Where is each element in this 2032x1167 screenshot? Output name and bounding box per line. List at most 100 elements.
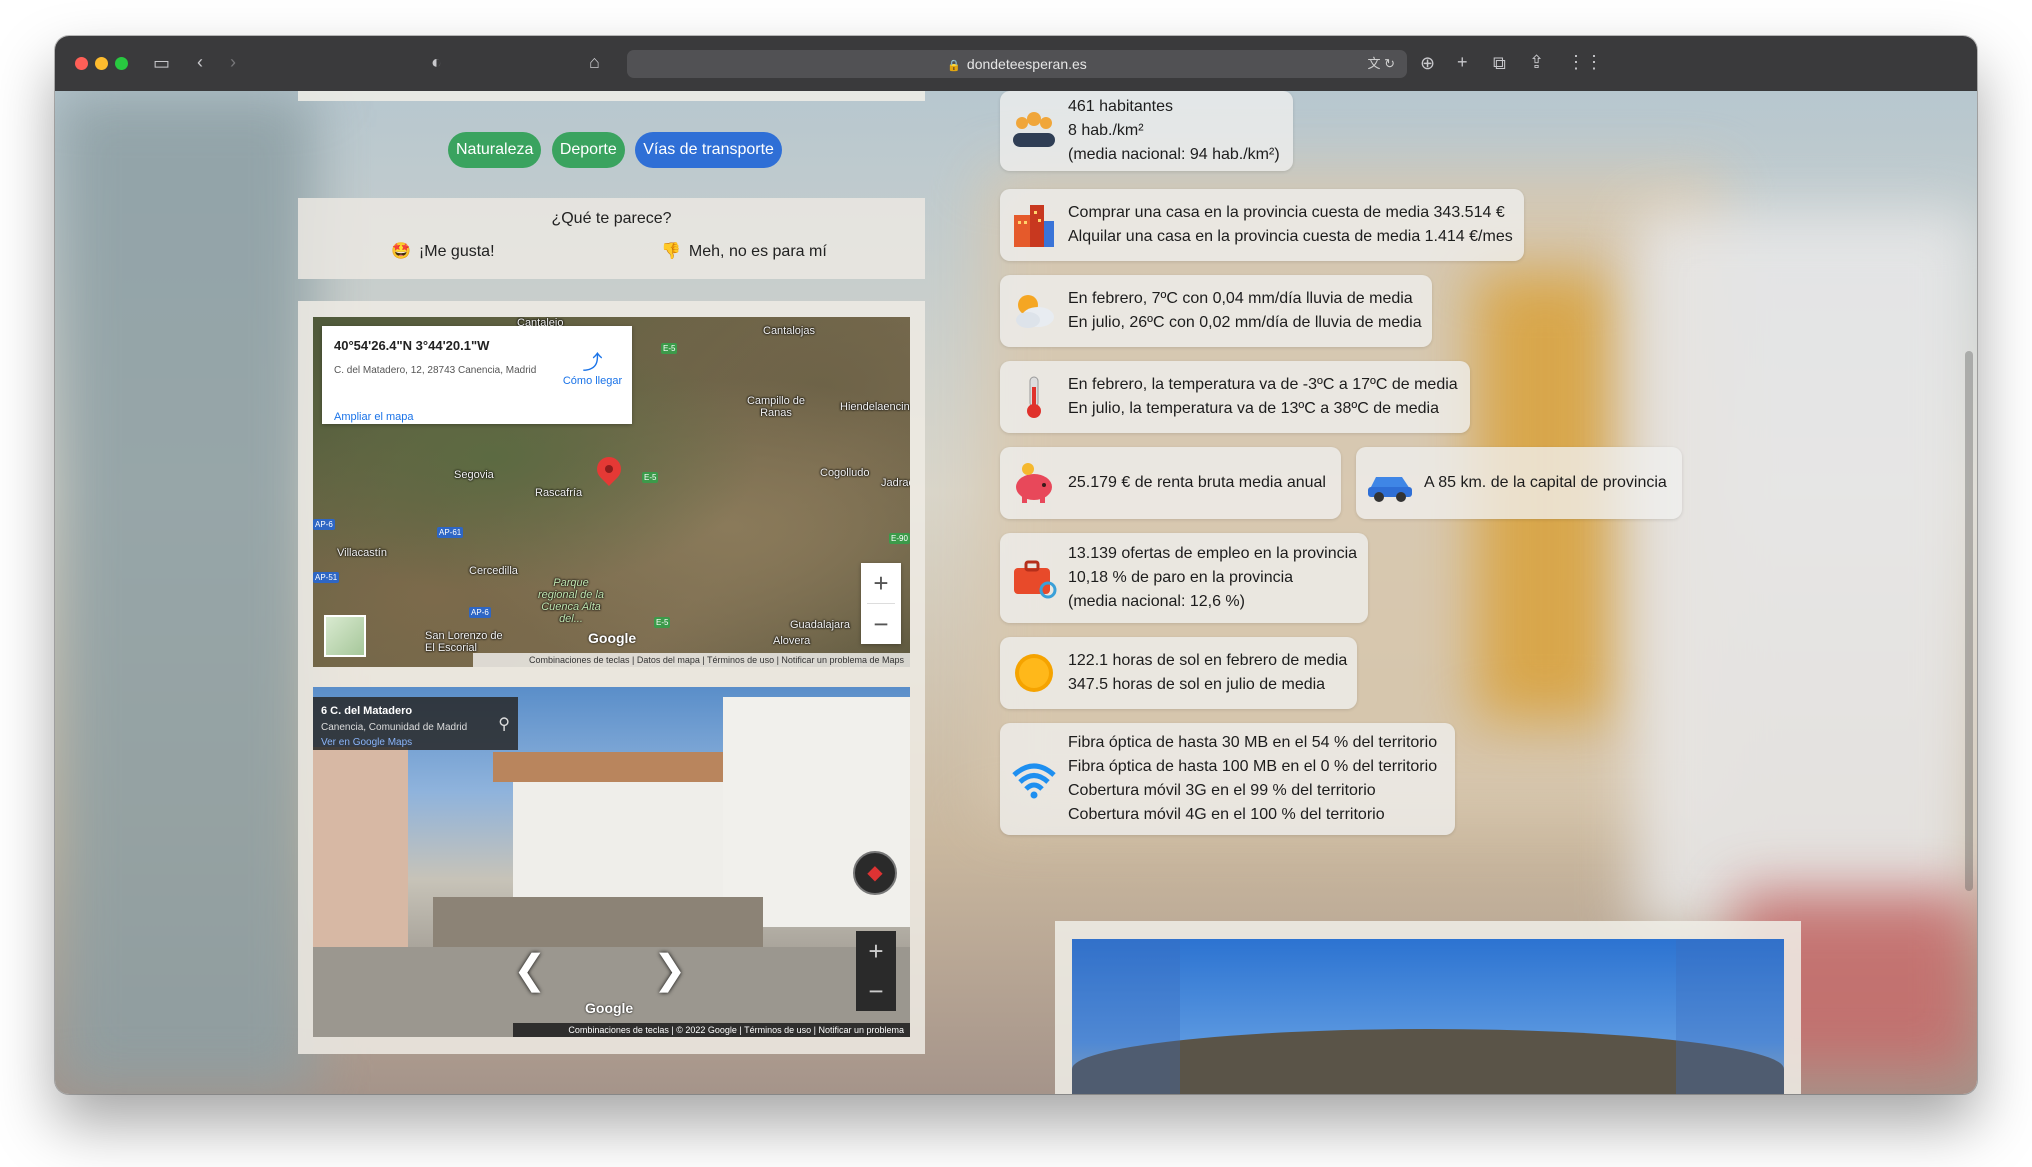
employment-text: 13.139 ofertas de empleo en la provincia… xyxy=(1068,542,1357,614)
temperature-card: En febrero, la temperatura va de -3ºC a … xyxy=(1000,361,1470,433)
page-scrollbar[interactable] xyxy=(1965,351,1973,891)
housing-rent-price: Alquilar una casa en la provincia cuesta… xyxy=(1068,228,1513,245)
map-place-label: Cogolludo xyxy=(820,467,870,479)
tag-deporte[interactable]: Deporte xyxy=(551,132,625,168)
mobile-4g: Cobertura móvil 4G en el 100 % del terri… xyxy=(1068,806,1385,823)
address-bar[interactable]: 🔒 dondeteesperan.es 文 ↻ xyxy=(627,50,1407,78)
grid-icon[interactable]: ⋮⋮ xyxy=(1567,52,1603,72)
car-icon xyxy=(1368,477,1412,502)
tag-naturaleza[interactable]: Naturaleza xyxy=(448,132,542,168)
zoom-window-button[interactable] xyxy=(115,57,128,70)
browser-window: ▭ ‹ › ◐ ⌂ 🔒 dondeteesperan.es 文 ↻ ⊕ + ⧉ ⇪… xyxy=(55,36,1977,1094)
streetview-maps-link[interactable]: Ver en Google Maps xyxy=(321,737,412,748)
rain-february: En febrero, 7ºC con 0,04 mm/día lluvia d… xyxy=(1068,290,1413,307)
street-view[interactable]: 6 C. del Matadero Canencia, Comunidad de… xyxy=(313,687,910,1037)
income-card: 25.179 € de renta bruta media anual xyxy=(1000,447,1341,519)
map-place-label: Parque regional de la Cuenca Alta del... xyxy=(537,577,605,625)
like-label: ¡Me gusta! xyxy=(418,243,495,260)
new-tab-icon[interactable]: + xyxy=(1457,52,1468,72)
sunshine-july: 347.5 horas de sol en julio de media xyxy=(1068,676,1326,693)
temperature-text: En febrero, la temperatura va de -3ºC a … xyxy=(1068,373,1458,421)
download-icon[interactable]: ⊕ xyxy=(1420,53,1435,73)
population-count: 461 habitantes xyxy=(1068,98,1173,115)
rain-text: En febrero, 7ºC con 0,04 mm/día lluvia d… xyxy=(1068,287,1422,335)
streetview-subtitle: Canencia, Comunidad de Madrid xyxy=(321,722,468,733)
location-pin-icon[interactable]: ⚲ xyxy=(498,714,510,734)
star-eyes-emoji-icon: 🤩 xyxy=(391,243,411,260)
income-text: 25.179 € de renta bruta media anual xyxy=(1068,474,1326,491)
map-place-label: Alovera xyxy=(773,635,811,647)
streetview-right-arrow-icon[interactable]: ❯ xyxy=(653,947,687,993)
streetview-info-card: 6 C. del Matadero Canencia, Comunidad de… xyxy=(313,697,518,750)
map-place-label: Villacastín xyxy=(337,547,387,559)
briefcase-icon xyxy=(1014,560,1057,599)
sidebar-icon[interactable]: ▭ xyxy=(153,53,170,73)
people-icon xyxy=(1013,112,1055,147)
map-place-label: Segovia xyxy=(454,469,494,481)
employment-unemployment: 10,18 % de paro en la provincia xyxy=(1068,569,1294,586)
tag-list: Naturaleza Deporte Vías de transporte xyxy=(448,132,788,168)
photo-panel xyxy=(1055,921,1801,1094)
distance-text: A 85 km. de la capital de provincia xyxy=(1424,474,1667,491)
map-place-label: Campillo de Ranas xyxy=(746,395,806,419)
housing-card: Comprar una casa en la provincia cuesta … xyxy=(1000,189,1524,261)
road-shield: AP-51 xyxy=(313,572,340,583)
page-viewport: Naturaleza Deporte Vías de transporte ¿Q… xyxy=(55,91,1977,1094)
housing-text: Comprar una casa en la provincia cuesta … xyxy=(1068,201,1513,249)
employment-offers: 13.139 ofertas de empleo en la provincia xyxy=(1068,545,1358,562)
back-icon[interactable]: ‹ xyxy=(197,52,203,72)
google-logo: Google xyxy=(588,630,637,646)
rain-card: En febrero, 7ºC con 0,04 mm/día lluvia d… xyxy=(1000,275,1432,347)
wifi-icon xyxy=(1012,763,1056,799)
road-shield: E-5 xyxy=(654,617,671,628)
compass-icon[interactable]: ◆ xyxy=(853,851,897,895)
home-icon[interactable]: ⌂ xyxy=(589,52,600,72)
road-shield: AP-6 xyxy=(469,607,491,618)
tag-vias-transporte[interactable]: Vías de transporte xyxy=(635,132,782,168)
map-place-label: Cercedilla xyxy=(469,565,518,577)
enlarge-map-link[interactable]: Ampliar el mapa xyxy=(334,411,413,423)
road-shield: E-5 xyxy=(642,472,659,483)
dislike-button[interactable]: 👎 Meh, no es para mí xyxy=(661,241,827,261)
forward-icon[interactable]: › xyxy=(230,52,236,72)
tabs-icon[interactable]: ⧉ xyxy=(1493,53,1506,73)
temperature-july: En julio, la temperatura va de 13ºC a 38… xyxy=(1068,400,1440,417)
streetview-zoom-out-button[interactable]: − xyxy=(856,971,896,1011)
shield-icon[interactable]: ◐ xyxy=(431,52,442,72)
map-type-toggle[interactable] xyxy=(324,615,366,657)
streetview-zoom-controls: + − xyxy=(856,931,896,1011)
lock-icon: 🔒 xyxy=(947,60,961,72)
housing-buy-price: Comprar una casa en la provincia cuesta … xyxy=(1068,204,1505,221)
population-text: 461 habitantes 8 hab./km² (media naciona… xyxy=(1068,95,1280,167)
map-zoom-out-button[interactable]: − xyxy=(861,604,901,644)
directions-link[interactable]: ⤴ Cómo llegar xyxy=(560,346,625,387)
like-button[interactable]: 🤩 ¡Me gusta! xyxy=(391,241,495,261)
thumbs-down-icon: 👎 xyxy=(661,243,681,260)
reload-icon[interactable]: 文 ↻ xyxy=(1367,50,1395,78)
google-logo: Google xyxy=(585,1000,634,1016)
minimize-window-button[interactable] xyxy=(95,57,108,70)
map-zoom-in-button[interactable]: + xyxy=(861,563,901,603)
map-place-label: Hiendelaencina xyxy=(840,401,910,413)
map-footer[interactable]: Combinaciones de teclas | Datos del mapa… xyxy=(473,653,910,667)
road-shield: E-5 xyxy=(661,343,678,354)
connectivity-card: Fibra óptica de hasta 30 MB en el 54 % d… xyxy=(1000,723,1455,835)
map-place-label: San Lorenzo de El Escorial xyxy=(425,630,503,654)
map-place-label: Jadraque xyxy=(881,477,910,489)
map-place-label: Rascafría xyxy=(535,487,583,499)
opinion-question: ¿Qué te parece? xyxy=(551,210,672,227)
streetview-zoom-in-button[interactable]: + xyxy=(856,931,896,971)
map-address: C. del Matadero, 12, 28743 Canencia, Mad… xyxy=(334,365,537,376)
sunshine-card: 122.1 horas de sol en febrero de media 3… xyxy=(1000,637,1357,709)
share-icon[interactable]: ⇪ xyxy=(1529,52,1544,72)
location-pin-icon[interactable] xyxy=(592,452,626,486)
landscape-photo[interactable] xyxy=(1072,939,1784,1094)
satellite-map[interactable]: Cantalejo Cantalojas Campillo de Ranas H… xyxy=(313,317,910,667)
close-window-button[interactable] xyxy=(75,57,88,70)
population-card: 461 habitantes 8 hab./km² (media naciona… xyxy=(1000,91,1293,171)
photo-shade-left xyxy=(1072,939,1180,1094)
road-shield: E-90 xyxy=(889,533,910,544)
streetview-footer[interactable]: Combinaciones de teclas | © 2022 Google … xyxy=(513,1023,910,1037)
streetview-left-arrow-icon[interactable]: ❮ xyxy=(513,947,547,993)
road-shield: AP-61 xyxy=(437,527,464,538)
